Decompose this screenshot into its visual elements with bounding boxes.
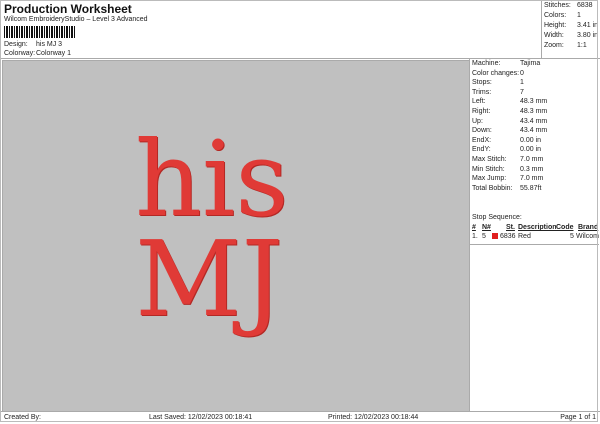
stat-label: Up: <box>472 117 483 125</box>
design-name: his MJ 3 <box>36 41 63 48</box>
stat-value: Tajima <box>520 60 541 67</box>
row-description: Red <box>518 233 531 240</box>
page-number: Page 1 of 1 <box>560 414 596 421</box>
stat-label: Colors: <box>544 12 567 19</box>
stat-value: 43.4 mm <box>520 117 548 125</box>
stat-value: 55.87ft <box>520 184 542 192</box>
stat-label: Right: <box>472 108 491 115</box>
col-brand: Brand <box>578 224 599 231</box>
stat-value: 48.3 mm <box>520 98 548 106</box>
software-name: Wilcom EmbroideryStudio – Level 3 Advanc… <box>4 16 148 23</box>
stat-label: Left: <box>472 98 486 106</box>
stat-value: 7.0 mm <box>520 156 544 163</box>
stat-row: Down: 43.4 mm <box>472 127 597 136</box>
stat-row: Stitches: 6838 <box>544 2 600 11</box>
colorway-row: Colorway:Colorway 1 <box>4 50 71 57</box>
last-saved: Last Saved: 12/02/2023 00:18:41 <box>149 414 253 421</box>
stat-label: Width: <box>544 32 564 39</box>
stat-row: EndX: 0.00 in <box>472 137 597 146</box>
stat-label: EndY: <box>472 146 491 154</box>
stat-value: 48.3 mm <box>520 108 548 115</box>
printed-date: Printed: 12/02/2023 00:18:44 <box>328 414 419 421</box>
barcode <box>4 26 76 38</box>
stat-row: Max Jump: 7.0 mm <box>472 175 597 184</box>
design-label: Design: <box>4 41 28 48</box>
design-row: Design: his MJ 3 <box>4 41 62 48</box>
design-line-1: his <box>135 118 289 240</box>
stat-value: 7 <box>520 88 524 96</box>
stat-value: 0.00 in <box>520 146 542 154</box>
stat-label: Min Stitch: <box>472 165 505 173</box>
stat-value: 7.0 mm <box>520 175 544 183</box>
stat-row: Height: 3.41 in <box>544 22 600 31</box>
row-n: 5 <box>482 233 486 240</box>
stat-label: Trims: <box>472 88 492 96</box>
color-swatch <box>492 233 498 239</box>
stat-row: EndY: 0.00 in <box>472 146 597 155</box>
design-canvas[interactable]: his MJ <box>2 60 470 412</box>
stat-value: 1 <box>577 12 581 19</box>
stat-value: 3.41 in <box>577 22 599 29</box>
design-line-2: MJ <box>135 218 284 340</box>
stat-row: Width: 3.80 in <box>544 32 600 41</box>
stat-row: Color changes: 0 <box>472 70 597 79</box>
stat-row: Machine: Tajima <box>472 60 597 69</box>
stat-value: 1:1 <box>577 42 587 49</box>
stat-row: Max Stitch: 7.0 mm <box>472 156 597 165</box>
footer: Created By: Last Saved: 12/02/2023 00:18… <box>0 411 600 424</box>
stat-label: Zoom: <box>544 42 564 49</box>
stat-label: Down: <box>472 127 492 135</box>
stat-label: Height: <box>544 22 567 29</box>
stat-row: Stops: 1 <box>472 79 597 88</box>
stat-row: Trims: 7 <box>472 89 597 98</box>
col-code: Code <box>556 224 574 231</box>
col-n: N# <box>482 224 491 231</box>
stat-label: Max Stitch: <box>472 156 507 163</box>
stat-row: Right: 48.3 mm <box>472 108 597 117</box>
colorway-name: Colorway 1 <box>36 50 72 57</box>
stat-label: Max Jump: <box>472 175 507 183</box>
stat-row: Zoom: 1:1 <box>544 42 600 51</box>
row-brand: Wilcom <box>576 233 599 240</box>
row-st: 6836 <box>500 233 516 240</box>
row-code: 5 <box>570 233 574 240</box>
col-st: St. <box>506 224 515 231</box>
col-description: Description <box>518 224 557 231</box>
stat-value: 6838 <box>577 2 593 9</box>
summary-box: Stitches: 6838 Colors: 1 Height: 3.41 in Width… <box>541 0 600 58</box>
stat-row: Colors: 1 <box>544 12 600 21</box>
stat-row: Min Stitch: 0.3 mm <box>472 166 597 175</box>
col-num: # <box>472 224 476 231</box>
stat-row: Up: 43.4 mm <box>472 118 597 127</box>
stat-label: Stops: <box>472 79 492 87</box>
stat-value: 0 <box>520 69 524 77</box>
stat-value: 0.00 in <box>520 136 542 144</box>
stat-value: 43.4 mm <box>520 127 548 135</box>
stat-value: 1 <box>520 79 524 87</box>
details-panel: Stop Sequence: # N# St. Description Code… <box>469 58 599 410</box>
stat-row: Total Bobbin: 55.87ft <box>472 185 597 194</box>
table-row: 1. 5 6836 Red 5 Wilcom <box>472 233 599 242</box>
stat-value: 0.3 mm <box>520 165 544 173</box>
created-by: Created By: <box>4 414 41 421</box>
row-num: 1. <box>472 233 478 240</box>
stat-label: Machine: <box>472 60 501 67</box>
stat-label: Stitches: <box>544 2 571 9</box>
stat-label: EndX: <box>472 136 492 144</box>
colorway-label: Colorway: <box>4 50 36 57</box>
stat-value: 3.80 in <box>577 32 599 39</box>
stat-label: Color changes: <box>472 69 520 77</box>
page-title: Production Worksheet <box>4 2 132 16</box>
stop-sequence-header: # N# St. Description Code Brand <box>472 224 599 233</box>
stop-sequence-label: Stop Sequence: <box>472 214 522 221</box>
stat-label: Total Bobbin: <box>472 184 513 192</box>
stat-row: Left: 48.3 mm <box>472 98 597 107</box>
